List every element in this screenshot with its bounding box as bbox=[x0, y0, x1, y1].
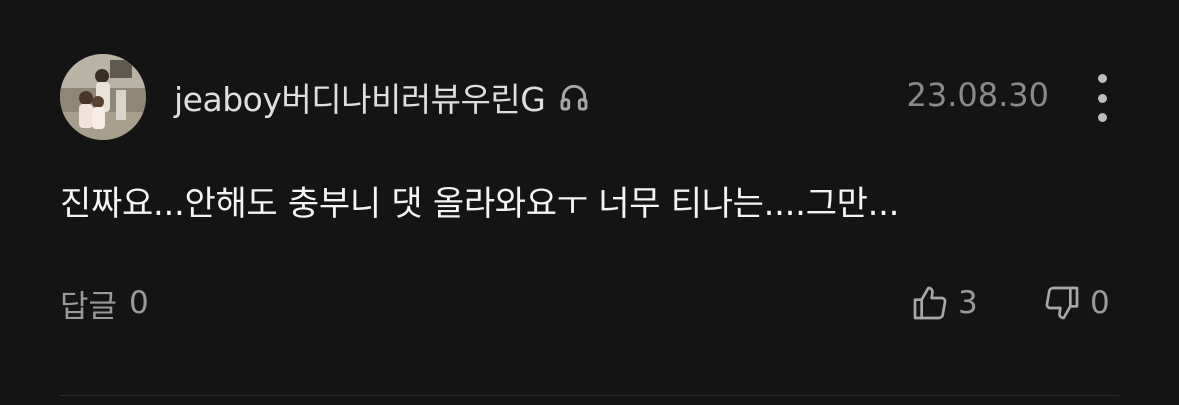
avatar-image bbox=[60, 54, 146, 140]
divider bbox=[60, 395, 1119, 396]
comment-item: jeaboy버디나비러뷰우린G 23.08.30 진짜요...안해도 충부니 댓… bbox=[0, 0, 1179, 405]
author-row: jeaboy버디나비러뷰우린G bbox=[174, 74, 593, 120]
reply-count: 0 bbox=[129, 285, 149, 321]
comment-date: 23.08.30 bbox=[906, 76, 1050, 114]
dislike-button[interactable]: 0 bbox=[1042, 281, 1110, 325]
avatar[interactable] bbox=[60, 54, 146, 140]
reply-label: 답글 bbox=[60, 288, 118, 325]
dislike-count: 0 bbox=[1090, 285, 1110, 321]
like-count: 3 bbox=[958, 285, 978, 321]
author-name[interactable]: jeaboy버디나비러뷰우린G bbox=[174, 73, 546, 121]
reply-button[interactable]: 답글 0 bbox=[60, 281, 149, 325]
like-button[interactable]: 3 bbox=[910, 281, 978, 325]
headphones-icon bbox=[555, 78, 593, 116]
comment-text: 진짜요...안해도 충부니 댓 올라와요ㅜ 너무 티나는....그만... bbox=[60, 184, 900, 224]
thumbs-down-icon bbox=[1042, 283, 1082, 323]
thumbs-up-icon bbox=[910, 283, 950, 323]
more-vertical-icon[interactable] bbox=[1086, 72, 1118, 124]
